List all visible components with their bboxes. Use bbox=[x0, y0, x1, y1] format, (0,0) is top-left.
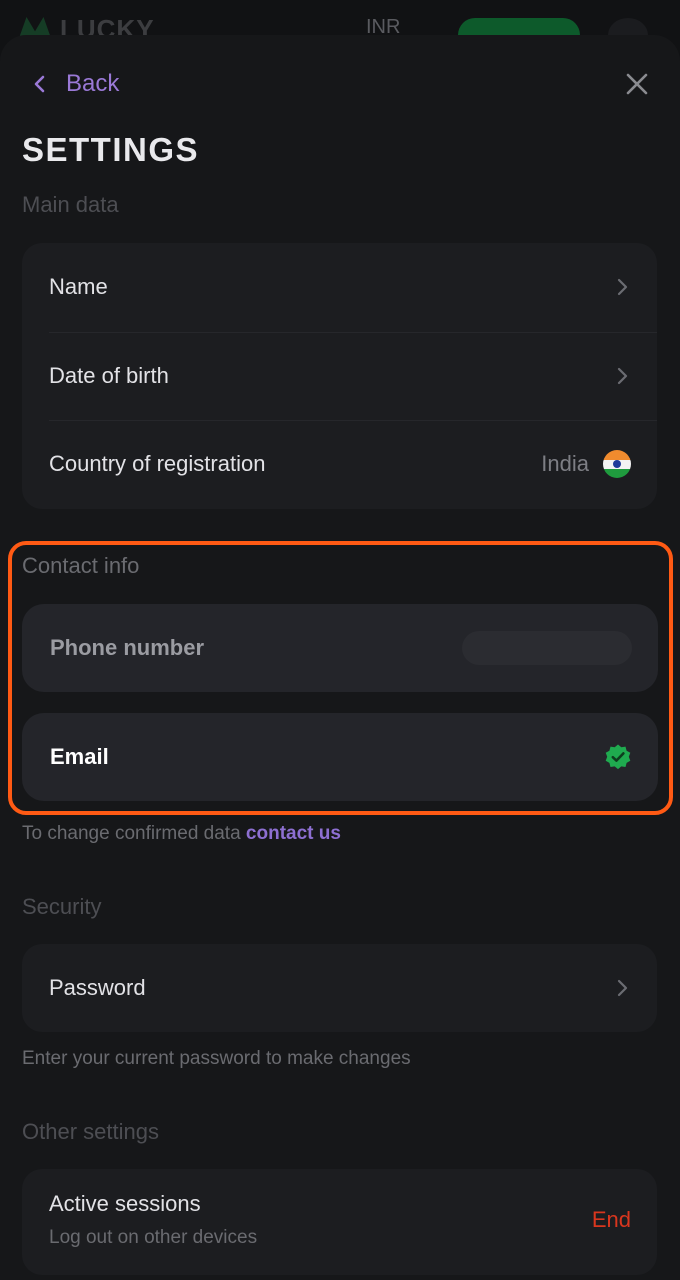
chevron-right-icon bbox=[617, 367, 628, 384]
phone-number-label: Phone number bbox=[50, 635, 205, 660]
section-label-other-settings: Other settings bbox=[22, 1119, 159, 1144]
active-sessions-title: Active sessions bbox=[49, 1191, 201, 1216]
page-title: SETTINGS bbox=[22, 131, 200, 168]
close-icon bbox=[626, 73, 648, 95]
section-label-main-data: Main data bbox=[22, 192, 119, 217]
contact-us-link[interactable]: contact us bbox=[246, 823, 341, 844]
date-of-birth-label: Date of birth bbox=[49, 362, 169, 388]
chevron-left-icon bbox=[34, 75, 45, 93]
country-row: Country of registration India bbox=[22, 420, 657, 509]
phone-number-field[interactable]: Phone number bbox=[22, 604, 658, 692]
chevron-right-icon bbox=[617, 279, 628, 296]
phone-number-value-hidden bbox=[462, 631, 632, 665]
settings-sheet: Back SETTINGS Main data Name Date of bir… bbox=[0, 35, 680, 1280]
back-button[interactable]: Back bbox=[30, 69, 119, 99]
password-row[interactable]: Password bbox=[22, 944, 657, 1032]
active-sessions-subtitle: Log out on other devices bbox=[49, 1227, 258, 1248]
security-card: Password bbox=[22, 944, 657, 1032]
email-field[interactable]: Email bbox=[22, 713, 658, 801]
chevron-right-icon bbox=[617, 979, 628, 997]
date-of-birth-row[interactable]: Date of birth bbox=[22, 331, 657, 421]
country-value: India bbox=[541, 451, 589, 477]
active-sessions-card: Active sessions Log out on other devices… bbox=[22, 1169, 657, 1275]
verified-check-icon bbox=[605, 744, 631, 770]
india-flag-icon bbox=[603, 450, 631, 479]
name-label: Name bbox=[49, 274, 108, 300]
section-label-contact-info: Contact info bbox=[22, 553, 140, 578]
contact-note: To change confirmed data contact us bbox=[22, 823, 341, 845]
password-label: Password bbox=[49, 975, 146, 1000]
password-note: Enter your current password to make chan… bbox=[22, 1048, 411, 1069]
country-label: Country of registration bbox=[49, 451, 266, 477]
back-label: Back bbox=[66, 70, 120, 97]
end-sessions-button[interactable]: End bbox=[592, 1207, 631, 1233]
section-label-security: Security bbox=[22, 894, 102, 919]
contact-note-text: To change confirmed data bbox=[22, 823, 241, 844]
email-label: Email bbox=[50, 744, 109, 769]
name-row[interactable]: Name bbox=[22, 243, 657, 332]
close-button[interactable] bbox=[620, 69, 654, 99]
main-data-card: Name Date of birth Country of registrati… bbox=[22, 243, 657, 509]
